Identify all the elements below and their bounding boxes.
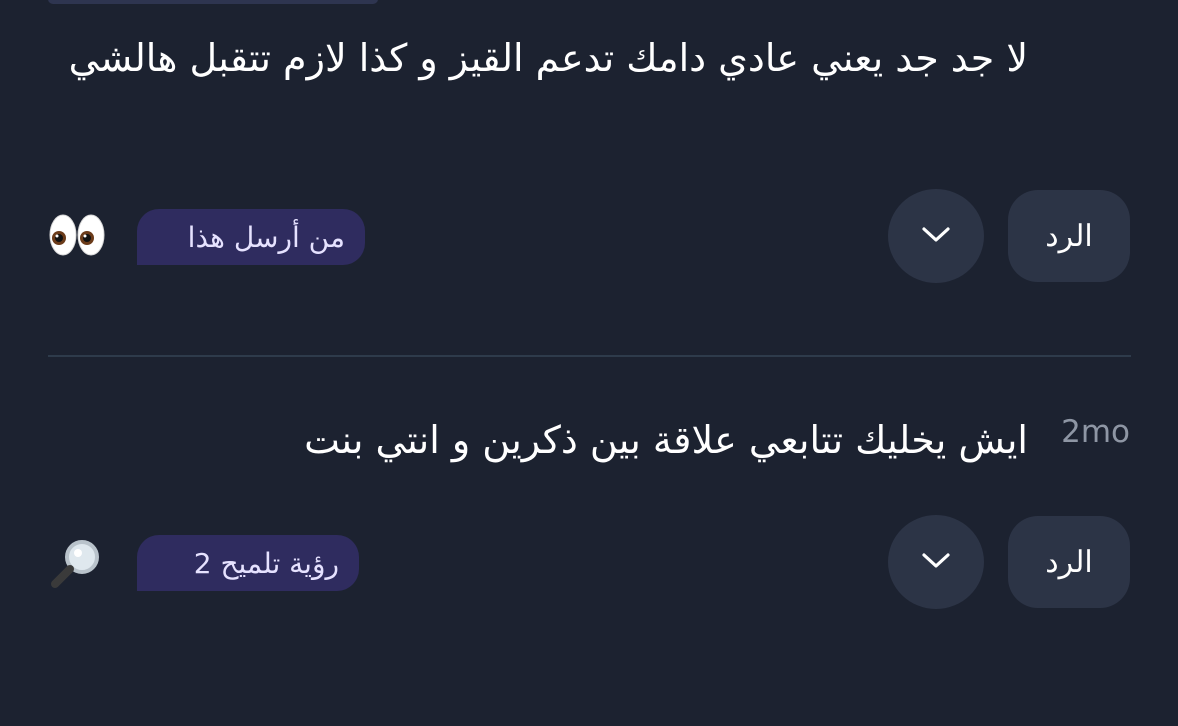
who-sent-this-label: من أرسل هذا <box>187 220 345 254</box>
reply-button-label: الرد <box>1045 545 1093 579</box>
who-sent-this-button[interactable]: من أرسل هذا <box>137 209 365 265</box>
message-text: لا جد جد يعني عادي دامك تدعم القيز و كذا… <box>68 36 1028 80</box>
previous-pill-edge <box>48 0 378 4</box>
message-text: ايش يخليك تتابعي علاقة بين ذكرين و انتي … <box>304 418 1028 462</box>
message-timestamp: 2mo <box>1061 414 1130 450</box>
view-hint-label: رؤية تلميح 2 <box>193 546 339 580</box>
more-options-button[interactable] <box>888 189 984 283</box>
more-options-button[interactable] <box>888 515 984 609</box>
messages-screen: لا جد جد يعني عادي دامك تدعم القيز و كذا… <box>0 0 1178 726</box>
reply-button-label: الرد <box>1045 219 1093 253</box>
magnifying-glass-icon <box>48 537 106 595</box>
eyes-icon <box>48 212 106 262</box>
divider <box>48 355 1131 357</box>
reply-button[interactable]: الرد <box>1008 516 1130 608</box>
chevron-down-icon <box>921 552 951 573</box>
view-hint-button[interactable]: رؤية تلميح 2 <box>137 535 359 591</box>
chevron-down-icon <box>921 226 951 247</box>
reply-button[interactable]: الرد <box>1008 190 1130 282</box>
